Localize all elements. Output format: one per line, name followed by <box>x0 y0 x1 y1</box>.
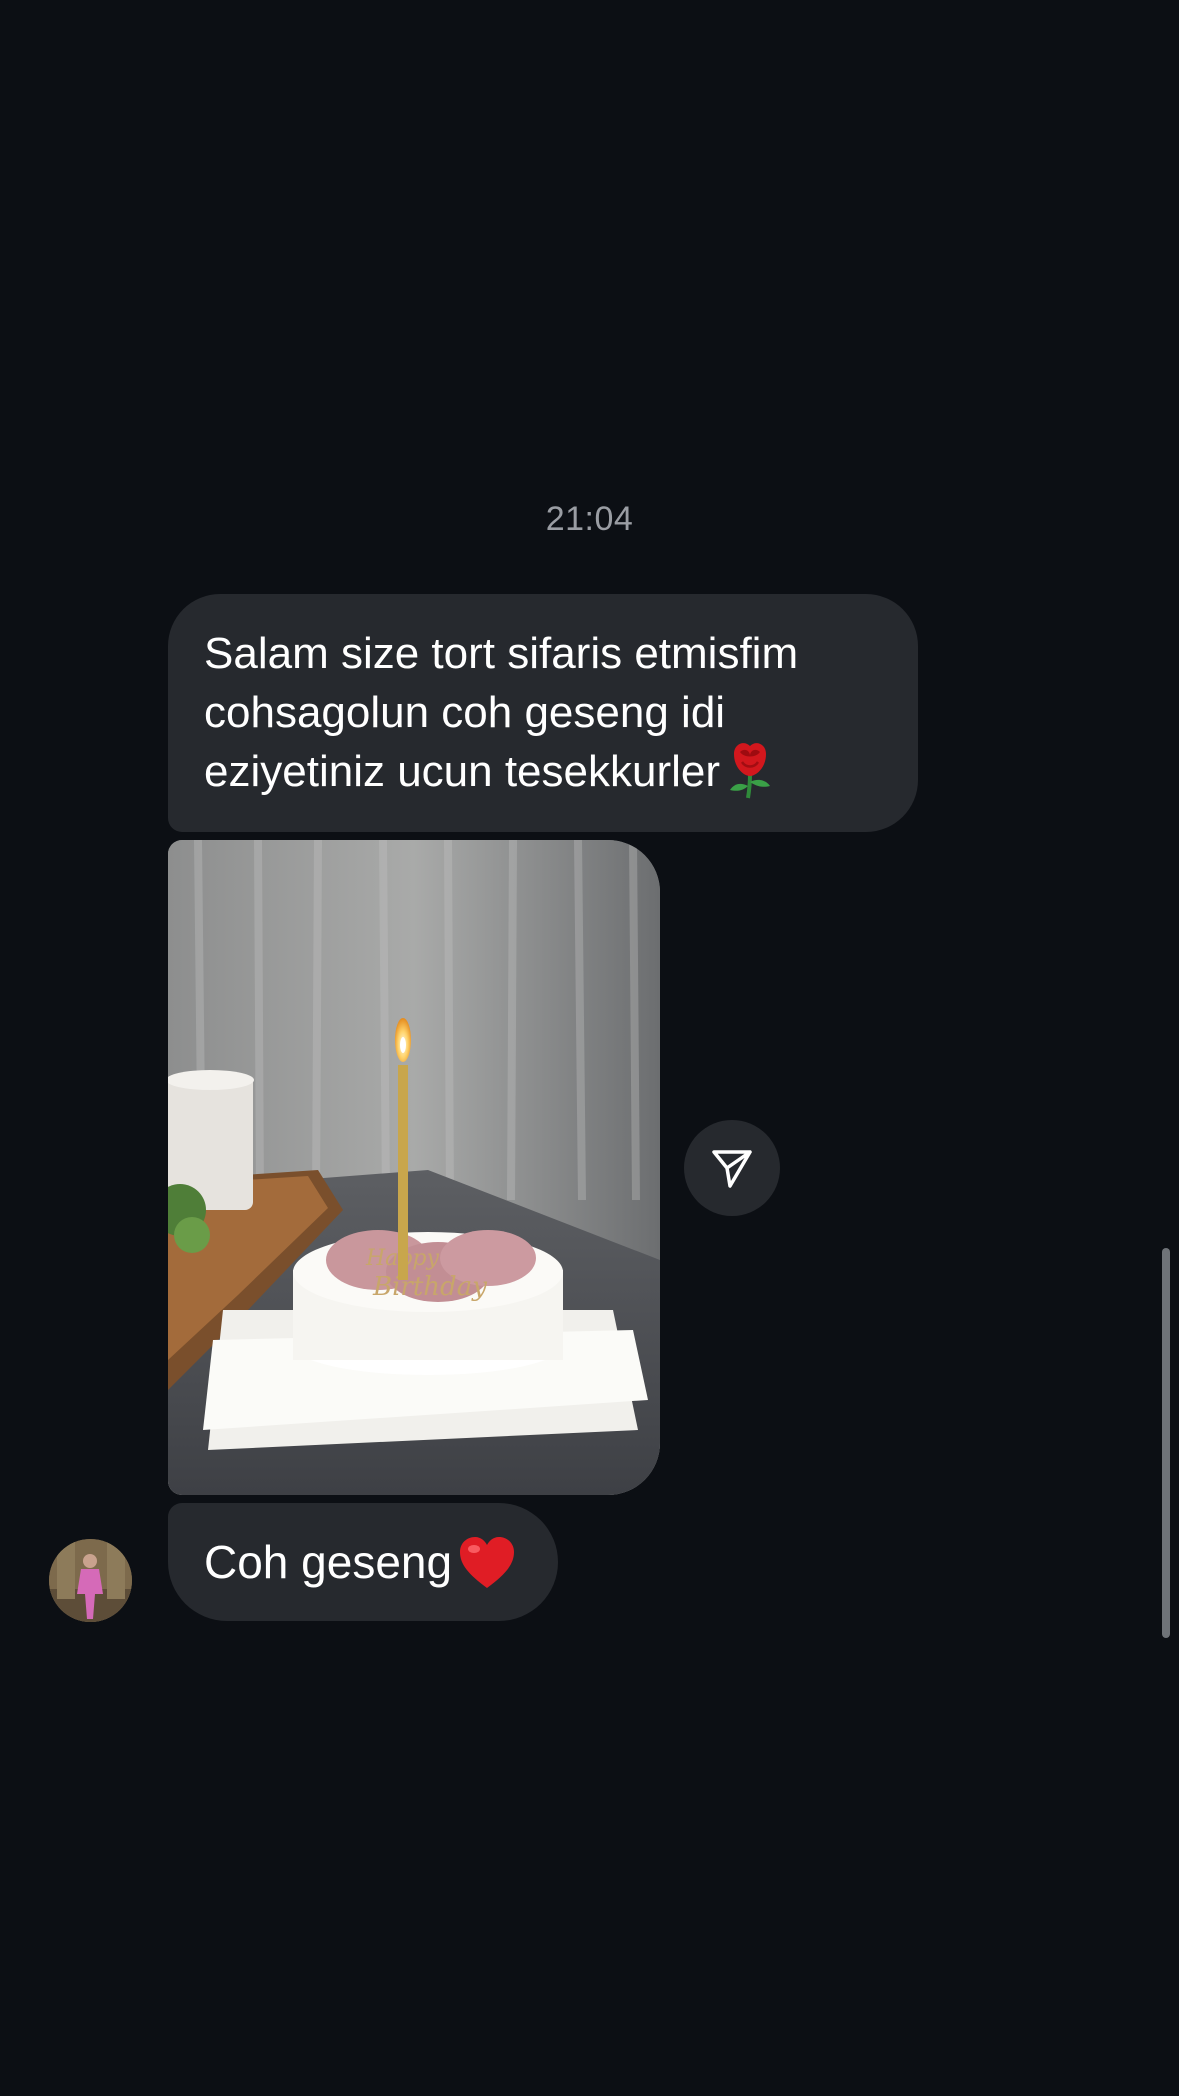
cake-photo[interactable]: Happy Birthday <box>168 840 660 1495</box>
message-line: cohsagolun coh geseng idi <box>204 688 726 737</box>
rose-icon <box>730 743 771 799</box>
avatar[interactable] <box>49 1539 132 1622</box>
message-line: Salam size tort sifaris etmisfim <box>204 629 799 678</box>
cake-photo-image: Happy Birthday <box>168 840 660 1495</box>
message-bubble[interactable]: Coh geseng <box>168 1503 559 1621</box>
scrollbar[interactable] <box>1162 1248 1170 1638</box>
heart-icon <box>460 1537 515 1588</box>
send-icon <box>712 1150 752 1188</box>
message-timestamp: 21:04 <box>545 500 634 538</box>
message-bubble[interactable]: Salam size tort sifaris etmisfim cohsago… <box>168 594 918 832</box>
message-text: Coh geseng <box>204 1536 453 1588</box>
avatar-image <box>49 1539 132 1622</box>
share-button[interactable] <box>684 1120 780 1216</box>
message-line: eziyetiniz ucun tesekkurler <box>204 742 882 804</box>
svg-text:Birthday: Birthday <box>372 1272 487 1302</box>
